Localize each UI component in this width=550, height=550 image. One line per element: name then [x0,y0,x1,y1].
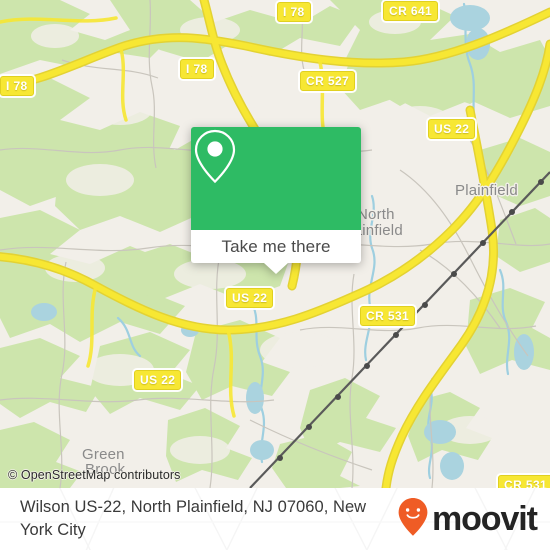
moovit-map-screenshot: Plainfield North Plainfield Green Brook … [0,0,550,550]
card-image-area [191,127,361,230]
card-action-area[interactable]: Take me there [191,230,361,263]
moovit-wordmark: moovit [432,500,538,538]
shield-cr-531-bottom[interactable]: CR 531 [498,475,550,488]
shield-us-22-mid[interactable]: US 22 [226,288,274,308]
osm-attribution[interactable]: © OpenStreetMap contributors [8,468,181,482]
footer-bar: Wilson US-22, North Plainfield, NJ 07060… [0,488,550,550]
shield-cr-531-mid[interactable]: CR 531 [360,306,416,326]
shield-cr-641[interactable]: CR 641 [383,1,439,21]
shield-us-22-lower[interactable]: US 22 [134,370,182,390]
address-text: Wilson US-22, North Plainfield, NJ 07060… [20,498,367,539]
shield-i-78-mid[interactable]: I 78 [180,59,214,79]
take-me-there-label: Take me there [221,236,331,256]
moovit-logo[interactable]: moovit [397,497,538,542]
card-pointer-tail [264,263,288,274]
shield-cr-527[interactable]: CR 527 [300,71,356,91]
map-canvas[interactable]: Plainfield North Plainfield Green Brook … [0,0,550,488]
moovit-pin-smiley-icon [397,497,429,542]
shield-i-78-top[interactable]: I 78 [277,2,311,22]
shield-i-78-left[interactable]: I 78 [0,76,34,96]
take-me-there-card[interactable]: Take me there [191,127,361,274]
shield-us-22-top[interactable]: US 22 [428,119,476,139]
